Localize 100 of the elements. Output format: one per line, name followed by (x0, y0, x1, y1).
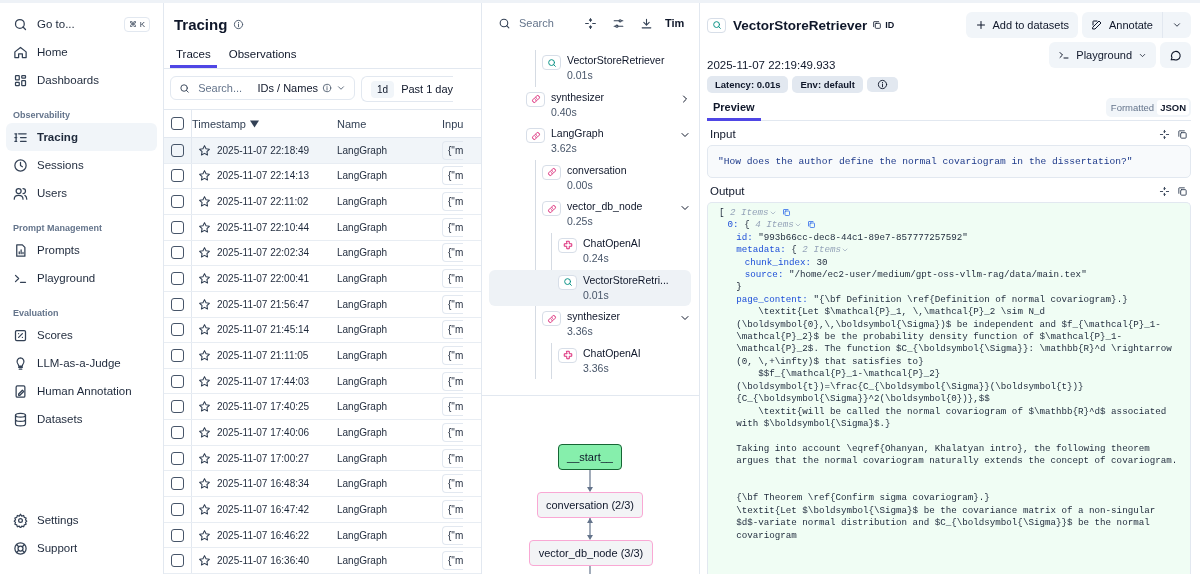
row-checkbox[interactable] (171, 425, 184, 439)
playground-button[interactable]: Playground (1049, 42, 1156, 68)
table-cell-text: LangGraph (337, 350, 389, 361)
star-icon[interactable] (198, 451, 211, 465)
star-icon[interactable] (198, 323, 211, 337)
star-icon[interactable] (198, 477, 211, 491)
row-checkbox[interactable] (171, 323, 184, 337)
date-range-picker[interactable]: 1d Past 1 day (361, 76, 454, 103)
search-scope[interactable]: IDs / Names (257, 82, 318, 95)
nav-item[interactable]: Scores (6, 321, 157, 349)
column-header[interactable]: Inpu (442, 117, 481, 130)
comment-button[interactable] (1160, 42, 1191, 68)
row-checkbox[interactable] (171, 143, 184, 157)
table-row[interactable]: 2025-11-07 16:36:40 LangGraph {"m (164, 548, 481, 574)
table-row[interactable]: 2025-11-07 21:11:05 LangGraph {"m (164, 343, 481, 369)
row-checkbox[interactable] (171, 451, 184, 465)
search-field[interactable]: Search (519, 17, 569, 29)
shortcut-key: ⌘ K (124, 16, 150, 32)
star-icon[interactable] (198, 528, 211, 542)
nav-item[interactable]: Sessions (6, 151, 157, 179)
row-checkbox[interactable] (171, 477, 184, 491)
score-icon (13, 327, 28, 343)
row-checkbox[interactable] (171, 246, 184, 260)
row-checkbox[interactable] (171, 220, 184, 234)
graph-node: __start__ (558, 444, 622, 470)
table-row[interactable]: 2025-11-07 16:47:42 LangGraph {"m (164, 497, 481, 523)
row-checkbox[interactable] (171, 349, 184, 362)
row-checkbox[interactable] (171, 400, 184, 414)
table-cell: 2025-11-07 22:02:34 (217, 247, 310, 259)
row-checkbox[interactable] (171, 297, 184, 311)
row-checkbox[interactable] (171, 374, 184, 388)
table-row[interactable]: 2025-11-07 17:00:27 LangGraph {"m (164, 445, 481, 472)
copy-id-button[interactable]: ID (872, 20, 895, 30)
star-icon[interactable] (198, 195, 211, 209)
table-row[interactable]: 2025-11-07 22:02:34 LangGraph {"m (164, 240, 481, 267)
json-line: } (735, 281, 743, 294)
table-cell-text: LangGraph (337, 196, 389, 208)
star-icon[interactable] (198, 297, 211, 311)
row-checkbox[interactable] (171, 195, 184, 209)
row-checkbox[interactable] (171, 528, 184, 542)
tree-node[interactable]: LangGraph 3.62s (482, 123, 691, 160)
tree-node[interactable]: VectorStoreRetri... 0.01s (489, 269, 691, 307)
table-row[interactable]: 2025-11-07 17:44:03 LangGraph {"m (164, 368, 481, 395)
nav-item[interactable]: Support (6, 534, 157, 562)
star-icon[interactable] (198, 374, 211, 388)
input-preview: {"m (442, 422, 464, 442)
star-icon[interactable] (198, 169, 211, 183)
star-icon[interactable] (198, 502, 211, 516)
table-row[interactable]: 2025-11-07 22:14:13 LangGraph {"m (164, 163, 481, 190)
info-button[interactable] (866, 77, 898, 92)
nav-item[interactable]: Users (6, 179, 157, 207)
annotate-button[interactable]: Annotate (1081, 12, 1162, 38)
table-row[interactable]: 2025-11-07 22:00:41 LangGraph {"m (164, 266, 481, 292)
nav-item[interactable]: Playground (6, 264, 157, 292)
star-icon[interactable] (198, 272, 211, 285)
table-row[interactable]: 2025-11-07 16:46:22 LangGraph {"m (164, 522, 481, 549)
tab[interactable]: Observations (222, 44, 303, 69)
row-checkbox[interactable] (171, 169, 184, 183)
table-row[interactable]: 2025-11-07 16:48:34 LangGraph {"m (164, 471, 481, 498)
star-icon[interactable] (198, 246, 211, 260)
nav-item[interactable]: Prompts (6, 236, 157, 264)
view-toggle[interactable]: Formatted (1107, 99, 1158, 115)
select-all-checkbox[interactable] (171, 117, 184, 131)
table-row[interactable]: 2025-11-07 17:40:25 LangGraph {"m (164, 394, 481, 421)
nav-item[interactable]: Human Annotation (6, 377, 157, 405)
nav-item[interactable]: Tracing (6, 123, 157, 151)
tab[interactable]: Preview (707, 97, 761, 121)
json-line: id: "993b66cc-dec8-44c1-89e7-857777257592" (735, 231, 969, 245)
row-checkbox[interactable] (171, 502, 184, 516)
users-icon (13, 185, 28, 201)
add-to-datasets-button[interactable]: Add to datasets (965, 12, 1078, 38)
nav-item[interactable]: LLM-as-a-Judge (6, 349, 157, 377)
table-row[interactable]: 2025-11-07 21:45:14 LangGraph {"m (164, 317, 481, 344)
star-icon[interactable] (198, 349, 211, 362)
table-row[interactable]: 2025-11-07 17:40:06 LangGraph {"m (164, 420, 481, 446)
nav-item[interactable]: Dashboards (6, 66, 157, 94)
star-icon[interactable] (198, 143, 211, 157)
tab[interactable]: Traces (170, 44, 217, 69)
star-icon[interactable] (198, 220, 211, 234)
table-row[interactable]: 2025-11-07 22:10:44 LangGraph {"m (164, 214, 481, 241)
table-cell: 2025-11-07 21:11:05 (217, 350, 309, 361)
table-row[interactable]: 2025-11-07 21:56:47 LangGraph {"m (164, 291, 481, 318)
nav-item[interactable]: Settings (6, 506, 157, 534)
column-header[interactable]: Timestamp (192, 117, 337, 130)
column-header[interactable]: Name (337, 117, 442, 130)
star-icon[interactable] (198, 400, 211, 414)
nav-item[interactable]: Datasets (6, 405, 157, 433)
table-row[interactable]: 2025-11-07 22:18:49 LangGraph {"m (164, 137, 481, 164)
table-row[interactable]: 2025-11-07 22:11:02 LangGraph {"m (164, 189, 481, 215)
table-cell: 2025-11-07 22:18:49 (217, 144, 310, 156)
clipboard-icon (13, 383, 28, 399)
tree-node[interactable]: synthesizer 0.40s (482, 86, 691, 124)
goto-search[interactable]: Go to... ⌘ K (6, 10, 157, 38)
nav-item[interactable]: Home (6, 38, 157, 66)
star-icon[interactable] (198, 425, 211, 439)
view-toggle[interactable]: JSON (1157, 99, 1189, 115)
row-checkbox[interactable] (171, 272, 184, 285)
search-field[interactable]: Search... IDs / Names (170, 76, 355, 101)
star-icon[interactable] (198, 554, 211, 568)
row-checkbox[interactable] (171, 554, 184, 568)
